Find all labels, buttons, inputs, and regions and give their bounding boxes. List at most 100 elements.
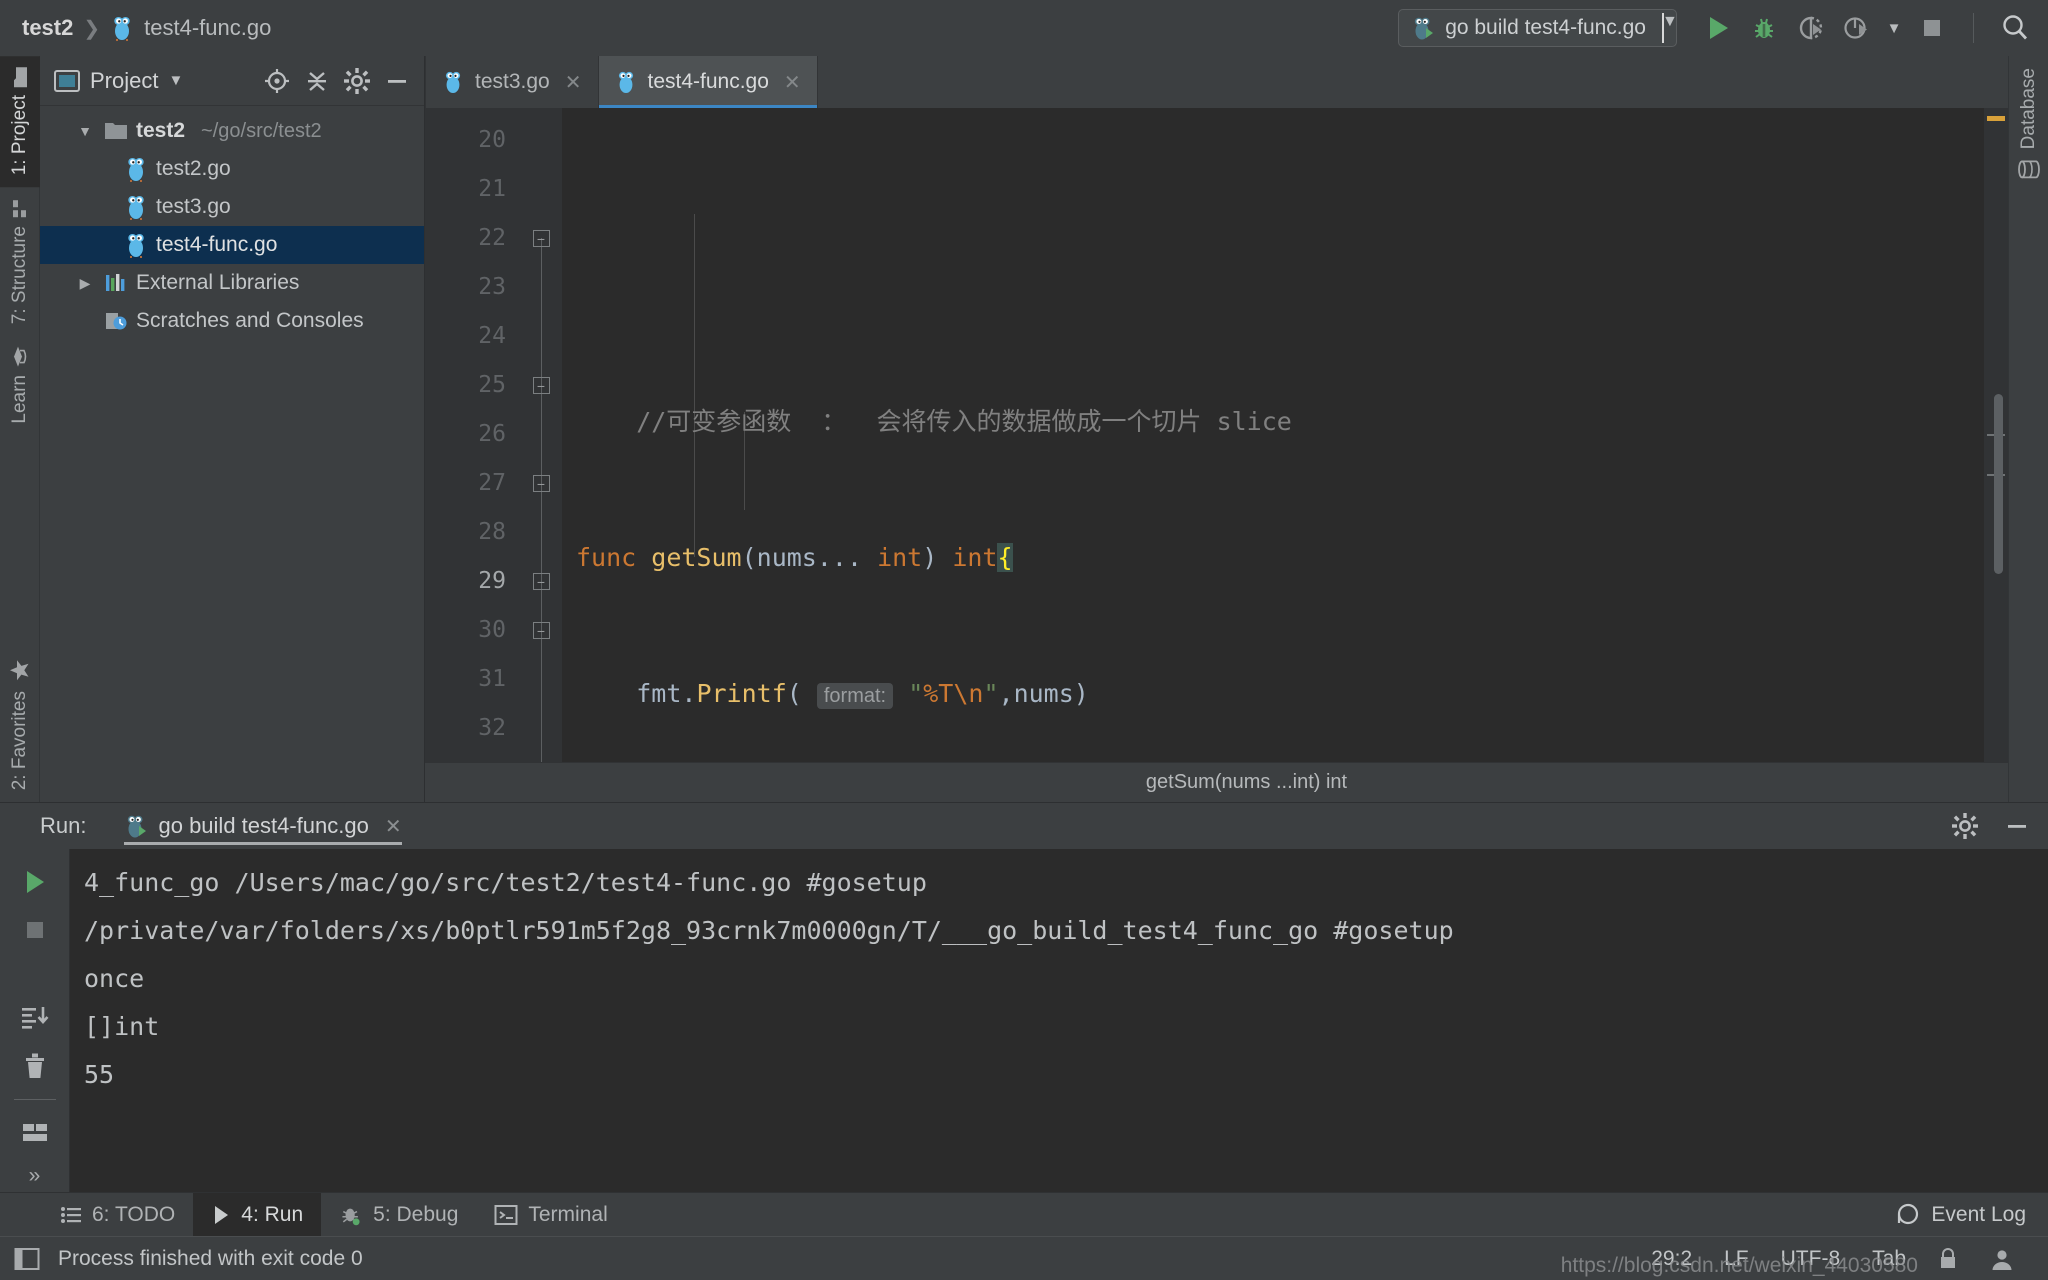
- run-icon: [211, 1204, 231, 1226]
- run-console-output[interactable]: 4_func_go /Users/mac/go/src/test2/test4-…: [70, 849, 2048, 1192]
- caret-position[interactable]: 29:2: [1635, 1247, 1708, 1271]
- tree-node-test2-go[interactable]: test2.go: [40, 150, 424, 188]
- close-icon[interactable]: ✕: [565, 70, 582, 95]
- tree-node-test2[interactable]: ▼ test2 ~/go/src/test2: [40, 112, 424, 150]
- event-log-icon: [1895, 1202, 1921, 1228]
- hide-panel-icon[interactable]: [2002, 811, 2032, 841]
- tree-node-label: External Libraries: [136, 271, 300, 294]
- sidebar-item-project[interactable]: 1: Project: [0, 56, 40, 188]
- run-with-coverage-button[interactable]: [1791, 9, 1829, 47]
- soft-wrap-icon[interactable]: [13, 1112, 57, 1154]
- editor-text[interactable]: //可变参函数 ： 会将传入的数据做成一个切片 slice func getSu…: [562, 108, 1984, 762]
- fold-region-comment[interactable]: −: [520, 753, 562, 762]
- tab-debug[interactable]: 5: Debug: [321, 1193, 476, 1236]
- status-bar: Process finished with exit code 0 29:2 L…: [0, 1236, 2048, 1280]
- expand-icon[interactable]: »: [13, 1160, 57, 1192]
- run-configuration-selector[interactable]: go build test4-func.go ▼: [1398, 9, 1678, 47]
- line-number: 25: [478, 372, 506, 398]
- stop-button[interactable]: [1913, 9, 1951, 47]
- terminal-icon: [494, 1204, 518, 1226]
- close-icon[interactable]: ✕: [784, 70, 801, 95]
- editor-breadcrumb[interactable]: getSum(nums ...int) int: [1146, 771, 1347, 794]
- fold-empty: [520, 263, 562, 312]
- chevron-down-icon[interactable]: ▼: [168, 72, 183, 89]
- line-number: 26: [478, 421, 506, 447]
- tab-test3-go[interactable]: test3.go ✕: [425, 56, 599, 108]
- tree-node-test3-go[interactable]: test3.go: [40, 188, 424, 226]
- collapse-all-icon[interactable]: [302, 66, 332, 96]
- tab-todo[interactable]: 6: TODO: [42, 1193, 193, 1236]
- locate-icon[interactable]: [262, 66, 292, 96]
- debug-button[interactable]: [1745, 9, 1783, 47]
- event-log-button[interactable]: Event Log: [1873, 1193, 2048, 1236]
- structure-icon: [11, 198, 29, 218]
- sidebar-item-structure[interactable]: 7: Structure: [9, 187, 31, 336]
- sidebar-item-learn[interactable]: Learn: [9, 336, 31, 436]
- line-number: 20: [478, 127, 506, 153]
- stop-icon[interactable]: [13, 909, 57, 951]
- fold-empty: [520, 704, 562, 753]
- chevron-down-icon[interactable]: ▼: [74, 123, 96, 139]
- rerun-icon[interactable]: [13, 861, 57, 903]
- folder-icon: [11, 66, 29, 88]
- editor-breadcrumb-bar: getSum(nums ...int) int: [425, 762, 2008, 802]
- warning-marker[interactable]: [1987, 116, 2005, 121]
- gear-icon[interactable]: [1950, 811, 1980, 841]
- gear-icon[interactable]: [342, 66, 372, 96]
- line-number: 23: [478, 274, 506, 300]
- console-line: []int: [84, 1012, 160, 1042]
- fold-region-getsum[interactable]: −: [520, 214, 562, 263]
- line-number: 21: [478, 176, 506, 202]
- run-session-tab[interactable]: go build test4-func.go ✕: [124, 813, 402, 846]
- go-file-icon: [124, 156, 148, 182]
- fold-region-getsum-end[interactable]: −: [520, 557, 562, 606]
- fold-empty: [520, 508, 562, 557]
- breadcrumb-project[interactable]: test2: [22, 15, 73, 41]
- editor-marker-stripe[interactable]: [1984, 108, 2008, 762]
- folding-gutter[interactable]: − − − − − −: [520, 108, 562, 762]
- fold-empty: [520, 410, 562, 459]
- top-toolbar: test2 ❯ test4-func.go go build test4-fun…: [0, 0, 2048, 56]
- tree-node-scratches-and-consoles[interactable]: Scratches and Consoles: [40, 302, 424, 340]
- tab-label: test3.go: [475, 70, 550, 93]
- editor-scrollbar-thumb[interactable]: [1994, 394, 2003, 574]
- run-button[interactable]: [1699, 9, 1737, 47]
- line-number: 24: [478, 323, 506, 349]
- chevron-right-icon[interactable]: ▶: [74, 275, 96, 292]
- favorites-tab-label: 2: Favorites: [8, 690, 30, 790]
- tree-node-external-libraries[interactable]: ▶ External Libraries: [40, 264, 424, 302]
- tree-node-label: test3.go: [156, 195, 231, 218]
- trash-icon[interactable]: [13, 1045, 57, 1087]
- fold-empty: [520, 165, 562, 214]
- indent-setting[interactable]: Tab: [1856, 1247, 1922, 1271]
- file-encoding[interactable]: UTF-8: [1765, 1247, 1857, 1271]
- fold-empty: [520, 116, 562, 165]
- scroll-to-end-icon[interactable]: [13, 997, 57, 1039]
- search-everywhere-button[interactable]: [1996, 9, 2034, 47]
- code-editor[interactable]: 20 21 22 23 24 25 26 27 28 29 30 31 32 −…: [425, 108, 2008, 762]
- lock-icon[interactable]: [1922, 1247, 1974, 1271]
- line-separator[interactable]: LF: [1708, 1247, 1765, 1271]
- fold-region-for[interactable]: −: [520, 361, 562, 410]
- sidebar-item-database[interactable]: Database: [2018, 56, 2040, 192]
- run-tool-window: Run: go build test4-func.go ✕ » 4_func_g…: [0, 802, 2048, 1192]
- profile-dropdown[interactable]: ▼: [1883, 9, 1905, 47]
- tab-terminal[interactable]: Terminal: [476, 1193, 625, 1236]
- main-area: 1: Project 7: Structure Learn 2: Favorit…: [0, 56, 2048, 802]
- line-number-gutter: 20 21 22 23 24 25 26 27 28 29 30 31 32: [425, 108, 551, 762]
- breadcrumb: test2 ❯ test4-func.go: [22, 15, 271, 41]
- tab-test4-func-go[interactable]: test4-func.go ✕: [598, 56, 818, 108]
- hide-panel-icon[interactable]: [382, 66, 412, 96]
- fold-region-main[interactable]: −: [520, 606, 562, 655]
- libraries-icon: [104, 272, 128, 294]
- account-icon[interactable]: [1974, 1247, 2030, 1271]
- profile-button[interactable]: [1837, 9, 1875, 47]
- tab-run[interactable]: 4: Run: [193, 1193, 322, 1236]
- sidebar-item-favorites[interactable]: 2: Favorites: [8, 646, 32, 802]
- close-icon[interactable]: ✕: [385, 814, 402, 839]
- tree-node-test4-func-go[interactable]: test4-func.go: [40, 226, 424, 264]
- status-bar-toggle-icon[interactable]: [14, 1247, 40, 1271]
- breadcrumb-file[interactable]: test4-func.go: [144, 15, 271, 41]
- fold-region-for-end[interactable]: −: [520, 459, 562, 508]
- tab-label: Terminal: [528, 1202, 608, 1226]
